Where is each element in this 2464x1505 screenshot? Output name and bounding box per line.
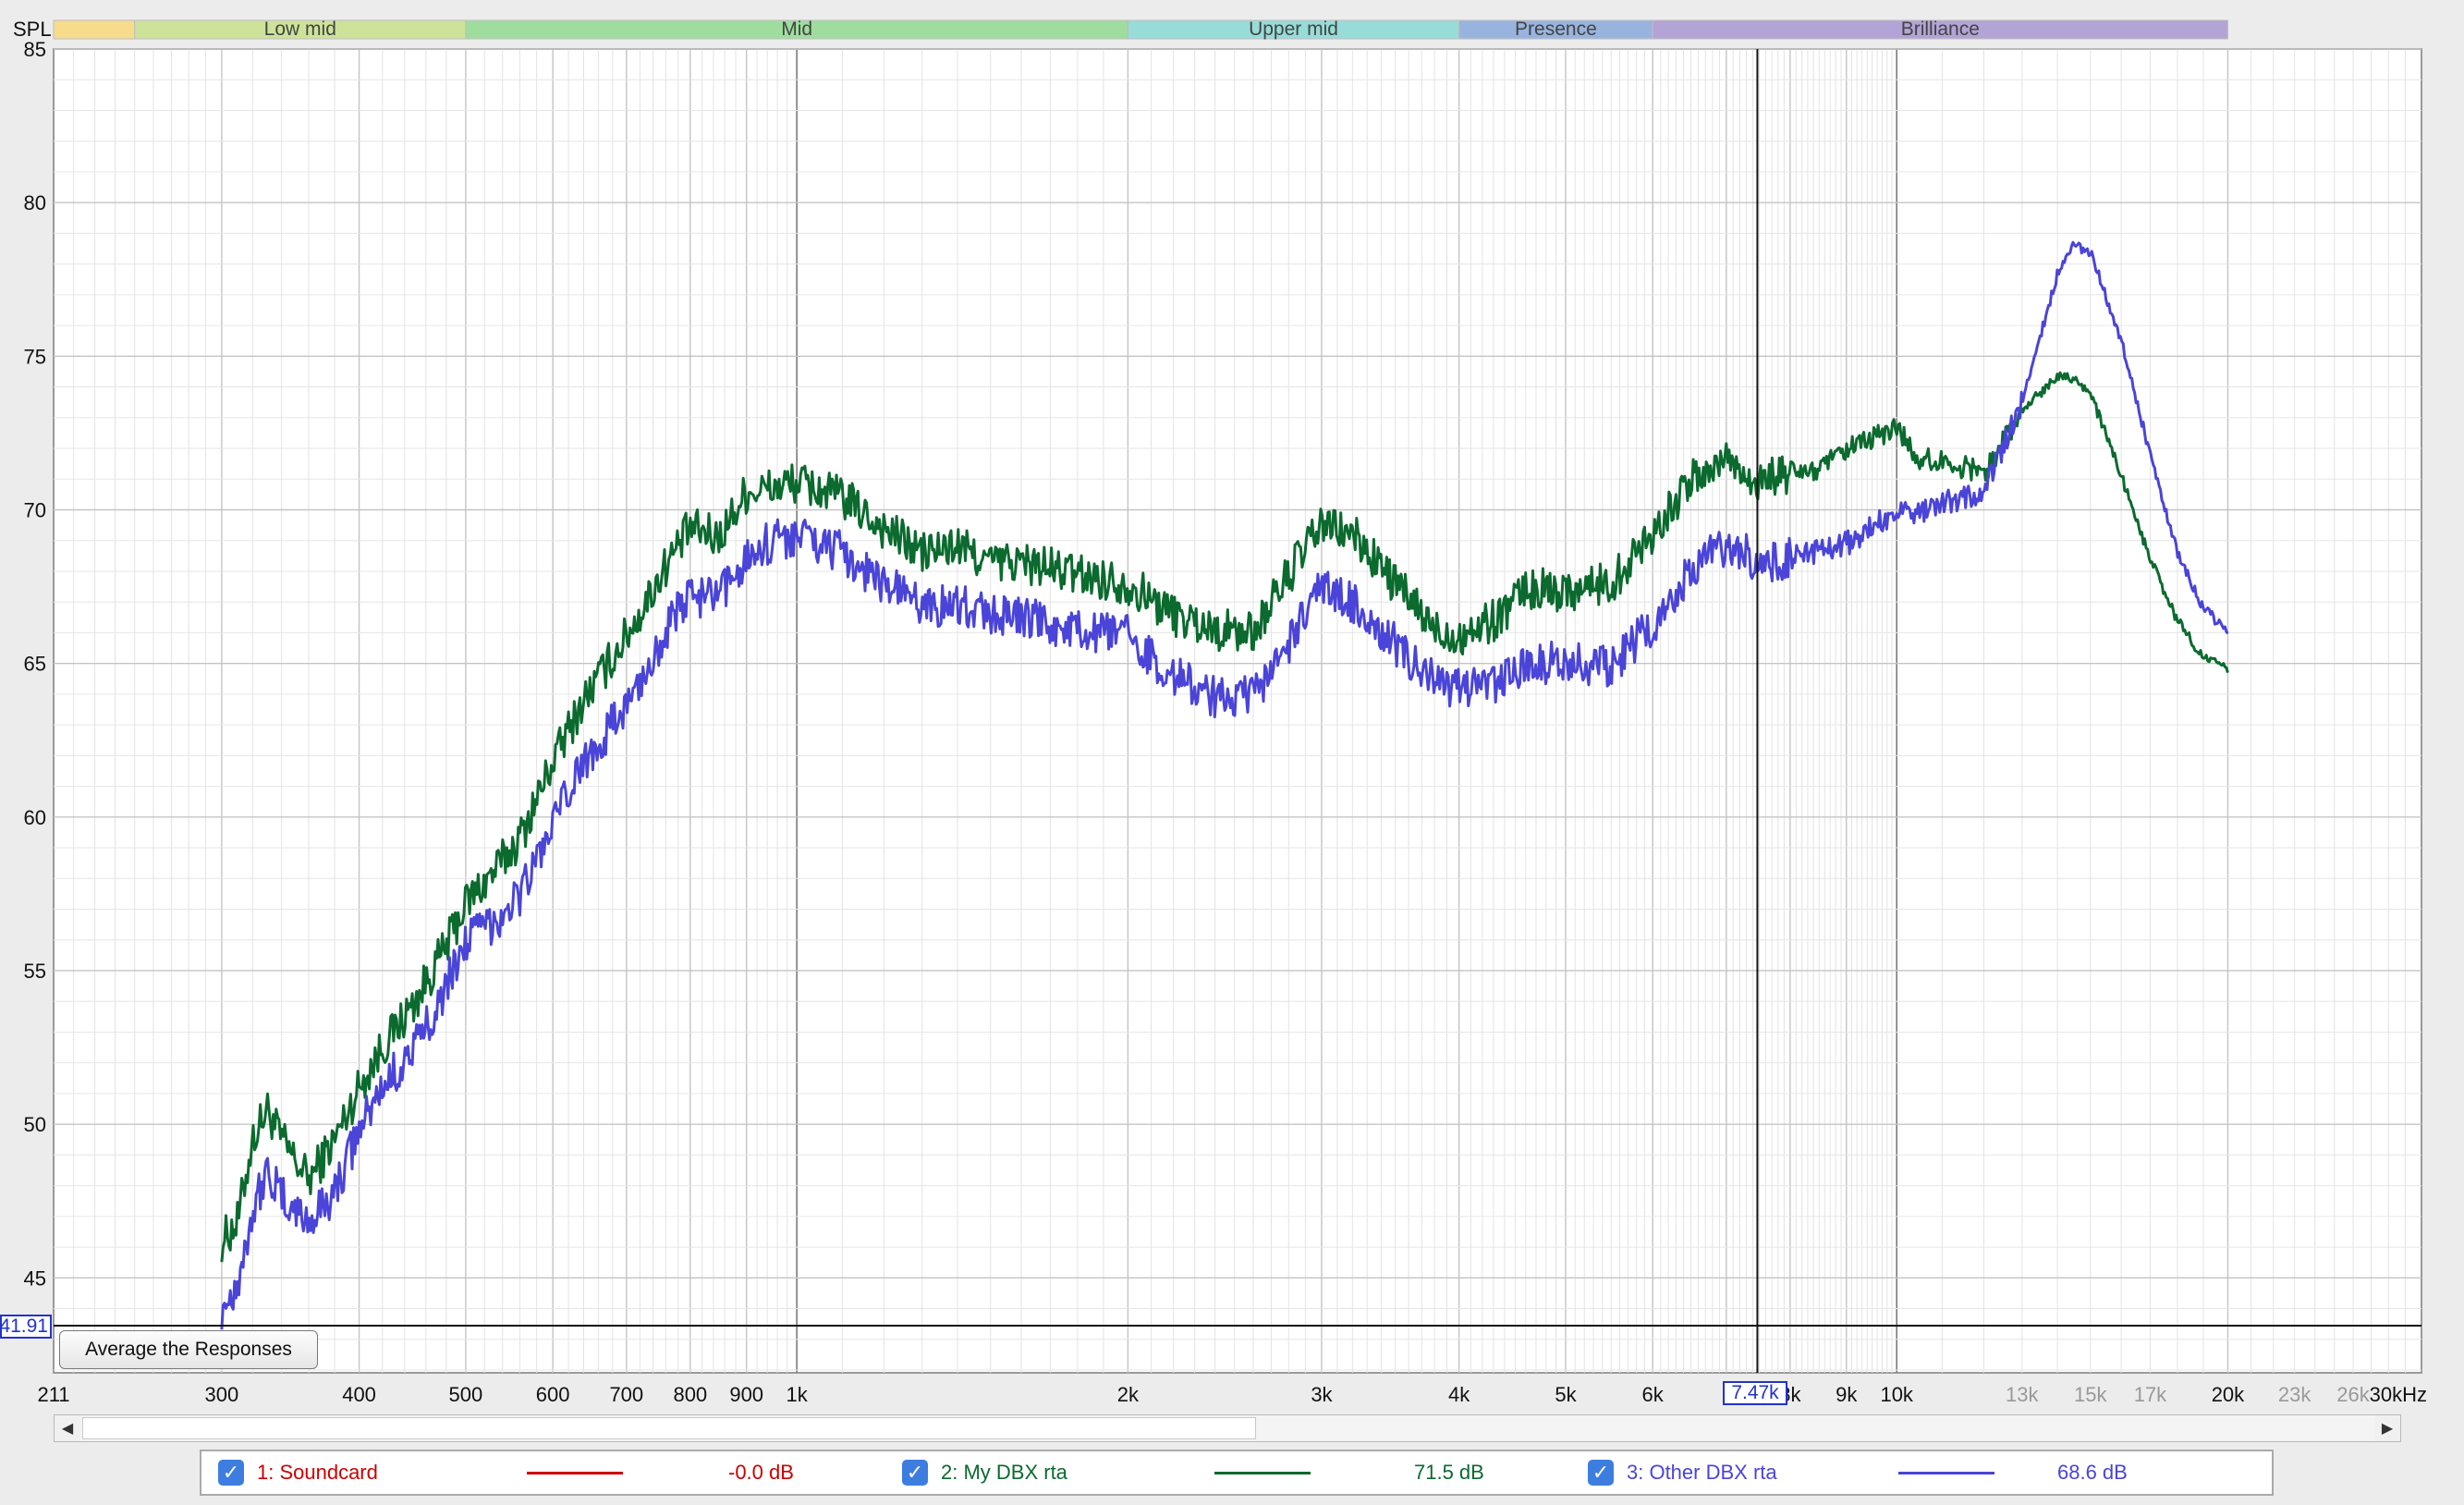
x-tick-label: 900: [729, 1383, 763, 1406]
y-tick-label: 85: [24, 38, 46, 61]
x-axis-ticks: 211 300 400 500 600 700 800 900 1k 2k 3k 4k 5k 6k 8k 9k…: [37, 1383, 2427, 1406]
scroll-thumb[interactable]: [82, 1417, 1256, 1439]
x-tick-label: 23k: [2278, 1383, 2312, 1406]
checkbox-checked-icon[interactable]: ✓: [902, 1460, 928, 1486]
y-tick-label: 75: [24, 345, 46, 368]
x-tick-label: 17k: [2134, 1383, 2167, 1406]
legend-line-swatch: [1898, 1472, 1994, 1474]
legend-item-other-dbx[interactable]: ✓ 3: Other DBX rta: [1588, 1451, 1777, 1494]
frequency-response-chart[interactable]: Low mid Mid Upper mid Presence Brilliance 85…: [0, 0, 2464, 1505]
x-tick-label: 5k: [1555, 1383, 1577, 1406]
band-label: Brilliance: [1901, 18, 1980, 40]
checkbox-checked-icon[interactable]: ✓: [218, 1460, 244, 1486]
y-tick-label: 60: [24, 806, 46, 829]
band-label: Mid: [781, 18, 812, 40]
x-tick-label: 9k: [1836, 1383, 1858, 1406]
band-label: Low mid: [264, 18, 336, 40]
plot-area: [53, 48, 2422, 1374]
y-axis-label: SPL: [13, 18, 52, 41]
x-tick-label: 13k: [2006, 1383, 2039, 1406]
legend-name: 1: Soundcard: [257, 1461, 378, 1484]
x-tick-label: 26k: [2336, 1383, 2370, 1406]
legend-item-soundcard[interactable]: ✓ 1: Soundcard: [218, 1451, 378, 1494]
y-tick-label: 70: [24, 498, 46, 521]
legend-name: 3: Other DBX rta: [1627, 1461, 1777, 1484]
x-tick-label: 15k: [2074, 1383, 2107, 1406]
legend-item-my-dbx[interactable]: ✓ 2: My DBX rta: [902, 1451, 1067, 1494]
band-label: Upper mid: [1249, 18, 1338, 40]
x-tick-label: 700: [609, 1383, 643, 1406]
x-tick-label: 6k: [1642, 1383, 1665, 1406]
x-tick-label: 600: [536, 1383, 570, 1406]
y-tick-label: 55: [24, 960, 46, 983]
legend-name: 2: My DBX rta: [941, 1461, 1067, 1484]
legend-value: 68.6 dB: [2057, 1461, 2128, 1484]
y-axis-ticks: 85 80 75 70 65 60 55 50 45: [24, 38, 46, 1290]
legend-line-swatch: [1214, 1472, 1311, 1474]
x-tick-label: 800: [673, 1383, 707, 1406]
x-tick-label: 20k: [2212, 1383, 2245, 1406]
band-label: Presence: [1515, 18, 1597, 40]
band-sub: [53, 19, 136, 40]
x-tick-label: 30kHz: [2370, 1383, 2427, 1406]
x-tick-label: 400: [342, 1383, 376, 1406]
horizontal-scrollbar[interactable]: ◀ ▶: [54, 1414, 2401, 1442]
legend-line-swatch: [527, 1472, 623, 1474]
y-tick-label: 80: [24, 191, 46, 214]
x-tick-label: 10k: [1880, 1383, 1913, 1406]
y-tick-label: 50: [24, 1113, 46, 1136]
y-tick-label: 45: [24, 1266, 46, 1290]
cursor-frequency-readout[interactable]: 7.47k: [1723, 1381, 1787, 1405]
checkbox-checked-icon[interactable]: ✓: [1588, 1460, 1614, 1486]
x-tick-label: 1k: [787, 1383, 809, 1406]
x-tick-label: 3k: [1311, 1383, 1333, 1406]
x-tick-label: 500: [449, 1383, 483, 1406]
x-tick-label: 4k: [1448, 1383, 1470, 1406]
x-tick-label: 2k: [1117, 1383, 1140, 1406]
scroll-right-icon[interactable]: ▶: [2374, 1415, 2400, 1441]
x-tick-label: 300: [205, 1383, 239, 1406]
x-tick-label: 211: [37, 1383, 69, 1406]
average-responses-button[interactable]: Average the Responses: [59, 1330, 318, 1369]
legend-value: 71.5 dB: [1414, 1461, 1484, 1484]
scroll-left-icon[interactable]: ◀: [55, 1415, 80, 1441]
legend-value: -0.0 dB: [728, 1461, 794, 1484]
cursor-spl-readout[interactable]: 41.91: [0, 1315, 52, 1339]
measurement-legend: ✓ 1: Soundcard -0.0 dB ✓ 2: My DBX rta 7…: [200, 1450, 2274, 1496]
y-tick-label: 65: [24, 653, 46, 676]
frequency-bands: Low mid Mid Upper mid Presence Brilliance: [53, 18, 2228, 40]
